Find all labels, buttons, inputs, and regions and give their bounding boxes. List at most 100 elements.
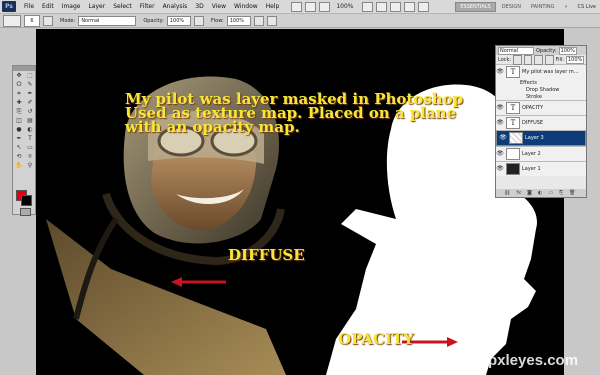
layer-row[interactable]: 👁 T DIFFUSE <box>496 115 586 130</box>
3d-camera-tool-icon[interactable]: ⌾ <box>25 153 35 161</box>
workspace-essentials[interactable]: ESSENTIALS <box>455 1 496 12</box>
visibility-eye-icon[interactable]: 👁 <box>496 147 504 161</box>
healing-tool-icon[interactable]: ✚ <box>14 99 24 107</box>
quick-mask-button[interactable] <box>20 208 31 216</box>
layers-panel: Normal Opacity: 100% Lock: Fill: 100% 👁 T… <box>495 45 587 198</box>
link-layers-icon[interactable]: ⛓ <box>504 190 510 196</box>
layer-thumbnail <box>506 163 520 175</box>
clone-tool-icon[interactable]: ⎘ <box>14 108 24 116</box>
tablet-opacity-icon[interactable] <box>193 15 204 26</box>
zoom-tool-icon[interactable]: ⚲ <box>25 162 35 170</box>
effect-item[interactable]: Drop Shadow <box>496 86 586 93</box>
brush-size-picker[interactable]: 6 <box>24 14 40 27</box>
crop-tool-icon[interactable]: ⌗ <box>14 90 24 98</box>
menu-analysis[interactable]: Analysis <box>159 0 192 13</box>
menu-window[interactable]: Window <box>230 0 262 13</box>
lock-position-icon[interactable] <box>534 54 543 65</box>
menu-3d[interactable]: 3D <box>191 0 207 13</box>
fill-field[interactable]: 100% <box>566 55 584 64</box>
lock-label: Lock: <box>498 56 512 63</box>
layer-name: DIFFUSE <box>522 120 544 126</box>
blend-mode-select[interactable]: Normal <box>498 46 534 55</box>
visibility-eye-icon[interactable]: 👁 <box>496 162 504 176</box>
visibility-eye-icon[interactable]: 👁 <box>496 116 504 130</box>
menu-view[interactable]: View <box>208 0 230 13</box>
menu-file[interactable]: File <box>20 0 38 13</box>
layer-row[interactable]: 👁 T My pilot was layer m... <box>496 64 586 79</box>
view-controls <box>361 1 429 12</box>
quick-select-tool-icon[interactable]: ✎ <box>25 81 35 89</box>
mini-bridge-icon[interactable] <box>305 1 317 12</box>
eraser-tool-icon[interactable]: ◫ <box>14 117 24 125</box>
layer-thumbnail: T <box>506 117 520 129</box>
menu-edit[interactable]: Edit <box>38 0 58 13</box>
lock-transparency-icon[interactable] <box>513 54 522 65</box>
extras-icon[interactable] <box>319 1 331 12</box>
blur-tool-icon[interactable]: ● <box>14 126 24 134</box>
eyedropper-tool-icon[interactable]: ✒ <box>25 90 35 98</box>
menu-layer[interactable]: Layer <box>84 0 109 13</box>
history-brush-tool-icon[interactable]: ↺ <box>25 108 35 116</box>
layer-name: My pilot was layer m... <box>522 69 579 75</box>
new-group-icon[interactable]: ▭ <box>548 190 553 196</box>
lock-all-icon[interactable] <box>544 54 554 65</box>
mode-label: Mode: <box>60 17 76 24</box>
3d-rotate-tool-icon[interactable]: ⟲ <box>14 153 24 161</box>
menu-image[interactable]: Image <box>58 0 85 13</box>
arrange-documents-icon[interactable] <box>403 1 415 12</box>
menu-select[interactable]: Select <box>109 0 136 13</box>
menu-help[interactable]: Help <box>262 0 284 13</box>
document-canvas[interactable] <box>36 29 564 375</box>
visibility-eye-icon[interactable]: 👁 <box>496 65 504 79</box>
watermark: pxleyes.com <box>488 352 579 369</box>
marquee-tool-icon[interactable]: ⬚ <box>25 72 35 80</box>
photoshop-logo: Ps <box>2 1 16 12</box>
zoom-level[interactable]: 100% <box>336 3 353 10</box>
opacity-field[interactable]: 100% <box>166 15 191 26</box>
bridge-icon[interactable] <box>291 1 303 12</box>
hand-view-icon[interactable] <box>361 1 373 12</box>
pen-tool-icon[interactable]: ✒ <box>14 135 24 143</box>
workspace-more-icon[interactable]: » <box>560 3 571 11</box>
mode-select[interactable]: Normal <box>78 15 137 26</box>
airbrush-icon[interactable] <box>253 15 264 26</box>
layer-style-icon[interactable]: fx <box>516 190 521 196</box>
rotate-view-icon[interactable] <box>389 1 401 12</box>
layer-row[interactable]: 👁 Layer 3 <box>496 130 586 146</box>
workspace-painting[interactable]: PAINTING <box>527 3 558 11</box>
gradient-tool-icon[interactable]: ▤ <box>25 117 35 125</box>
menu-filter[interactable]: Filter <box>136 0 159 13</box>
brush-tool-icon[interactable]: ✐ <box>25 99 35 107</box>
lock-image-icon[interactable] <box>523 54 533 65</box>
visibility-eye-icon[interactable]: 👁 <box>499 131 507 145</box>
new-layer-icon[interactable]: ⎘ <box>559 190 563 196</box>
adjustment-layer-icon[interactable]: ◐ <box>538 190 542 196</box>
tool-preset-picker[interactable] <box>3 14 21 27</box>
workspace-design[interactable]: DESIGN <box>498 3 525 11</box>
layer-row[interactable]: 👁 Layer 1 <box>496 161 586 176</box>
layer-row[interactable]: 👁 T OPACITY <box>496 100 586 115</box>
tablet-size-icon[interactable] <box>266 15 277 26</box>
zoom-view-icon[interactable] <box>375 1 387 12</box>
effect-item[interactable]: Stroke <box>496 93 586 100</box>
shape-tool-icon[interactable]: ▭ <box>25 144 35 152</box>
visibility-eye-icon[interactable]: 👁 <box>496 101 504 115</box>
add-mask-icon[interactable]: ◙ <box>527 190 532 196</box>
path-select-tool-icon[interactable]: ↖ <box>14 144 24 152</box>
layer-row[interactable]: 👁 Layer 2 <box>496 146 586 161</box>
layer-list: 👁 T My pilot was layer m... Effects Drop Sha… <box>496 64 586 176</box>
dodge-tool-icon[interactable]: ◐ <box>25 126 35 134</box>
screen-mode-icon[interactable] <box>417 1 429 12</box>
hand-tool-icon[interactable]: ✋ <box>14 162 24 170</box>
move-tool-icon[interactable]: ✥ <box>14 72 24 80</box>
workspace-switcher: ESSENTIALS DESIGN PAINTING » CS Live <box>455 1 596 12</box>
flow-field[interactable]: 100% <box>226 15 251 26</box>
cs-live-button[interactable]: CS Live <box>578 4 596 10</box>
effects-row[interactable]: Effects <box>496 79 586 86</box>
brush-panel-toggle-icon[interactable] <box>43 15 53 26</box>
lasso-tool-icon[interactable]: ⵔ <box>14 81 24 89</box>
background-color-swatch[interactable] <box>21 195 32 206</box>
type-tool-icon[interactable]: T <box>25 135 35 143</box>
delete-layer-icon[interactable]: 🗑 <box>569 190 575 196</box>
layer-opacity-field[interactable]: 100% <box>558 46 577 55</box>
